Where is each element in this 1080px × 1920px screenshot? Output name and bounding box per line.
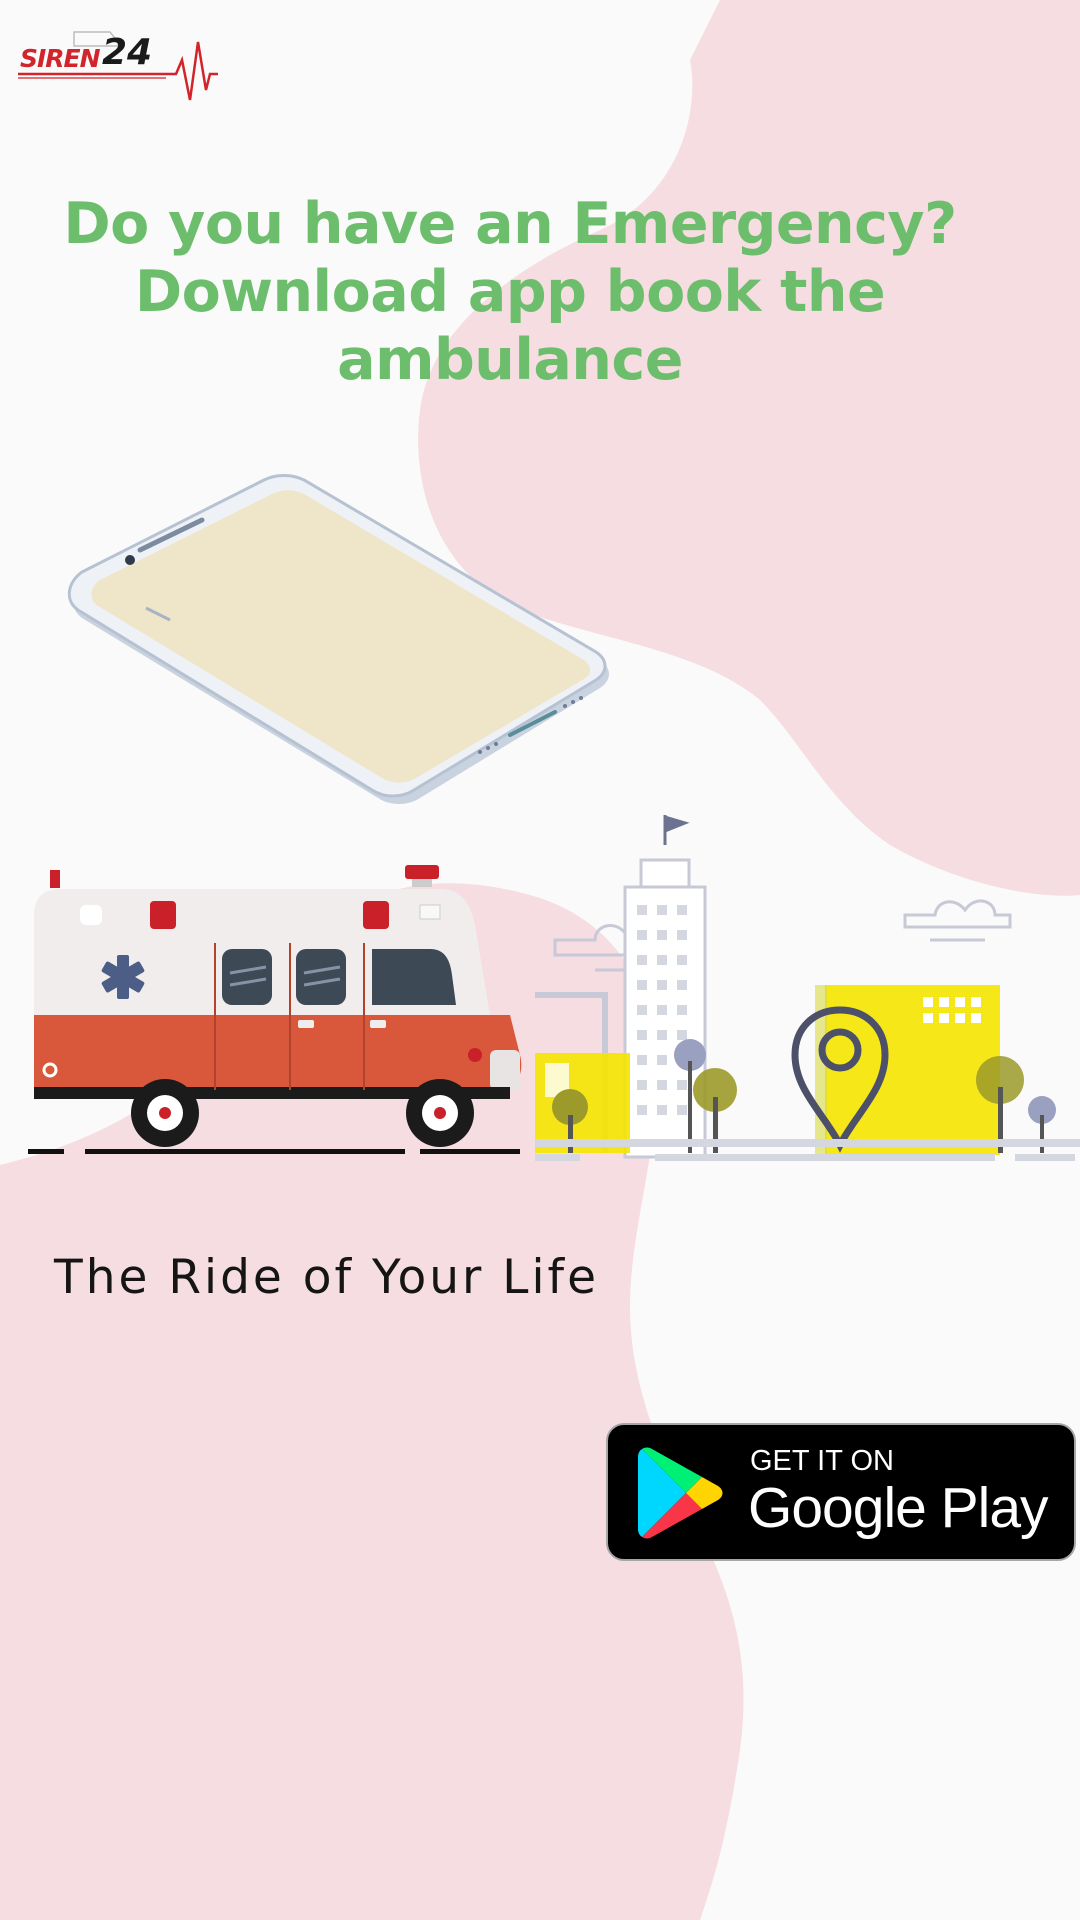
google-play-icon <box>638 1447 723 1539</box>
logo-text: SIREN <box>20 44 101 73</box>
badge-big-text: Google Play <box>748 1476 1049 1540</box>
headline-line-2: Download app book the <box>134 259 886 325</box>
city-location-illustration <box>535 815 1080 1161</box>
headline-line-1: Do you have an Emergency? <box>63 191 957 257</box>
smartphone-illustration <box>67 474 609 804</box>
headline-line-3: ambulance <box>337 327 683 393</box>
badge-small-text: GET IT ON <box>750 1445 894 1477</box>
google-play-badge-button[interactable]: GET IT ON Google Play <box>606 1423 1076 1561</box>
headline: Do you have an Emergency? Download app b… <box>30 190 990 394</box>
logo-number: 24 <box>102 32 153 73</box>
ambulance-illustration <box>28 865 522 1154</box>
siren24-logo[interactable]: SIREN 24 <box>18 30 218 105</box>
tagline: The Ride of Your Life <box>54 1250 599 1305</box>
